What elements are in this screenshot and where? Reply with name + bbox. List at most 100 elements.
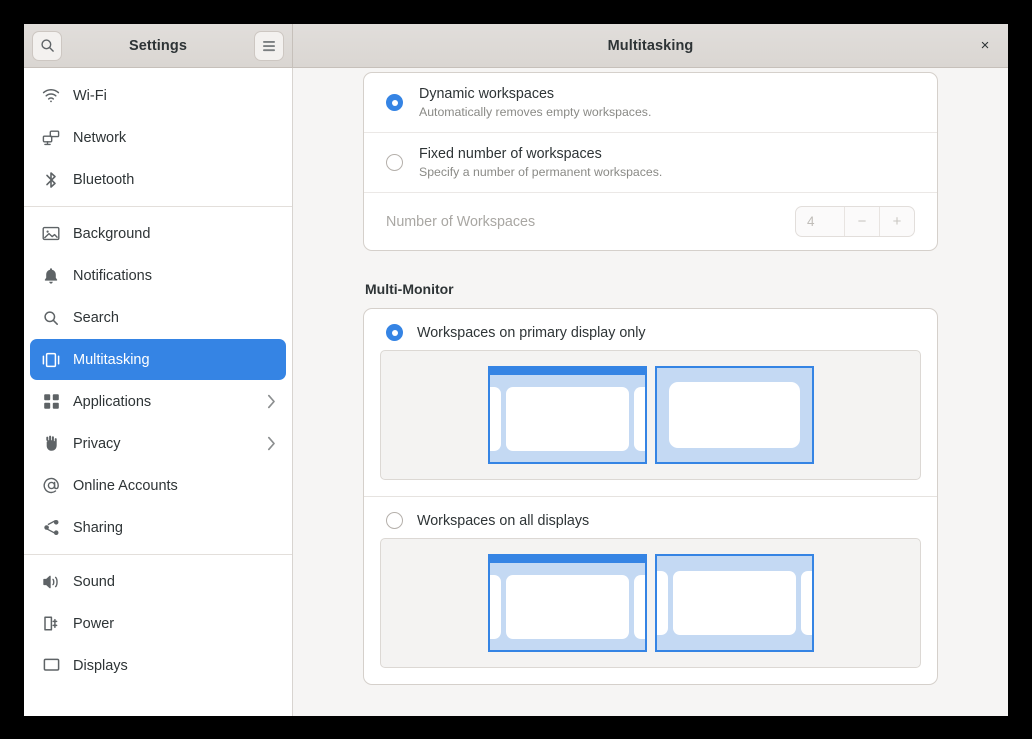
sidebar-item-label: Multitasking xyxy=(73,351,150,368)
sidebar-item-online-accounts[interactable]: Online Accounts xyxy=(30,465,286,506)
battery-icon xyxy=(40,614,62,634)
primary-display-only-preview xyxy=(380,350,921,480)
multitasking-settings-panel: Dynamic workspaces Automatically removes… xyxy=(293,68,1008,716)
hand-icon xyxy=(40,434,62,454)
number-of-workspaces-row: Number of Workspaces 4 − + xyxy=(364,192,937,250)
sidebar-separator xyxy=(24,206,292,207)
sidebar-item-search[interactable]: Search xyxy=(30,297,286,338)
workspace-thumbnail-left xyxy=(489,574,501,639)
search-icon xyxy=(40,308,62,328)
page-title: Multitasking xyxy=(607,37,694,54)
number-of-workspaces-value: 4 xyxy=(807,214,815,229)
workspace-thumbnail-left xyxy=(656,571,668,635)
multi-monitor-section-title: Multi-Monitor xyxy=(365,281,454,297)
sidebar-item-label: Background xyxy=(73,225,151,242)
monitor-preview-primary xyxy=(487,366,647,464)
network-icon xyxy=(40,128,62,148)
sidebar-item-label: Privacy xyxy=(73,435,121,452)
increment-button: + xyxy=(879,207,914,236)
dynamic-workspaces-subtitle: Automatically removes empty workspaces. xyxy=(419,105,652,119)
chevron-right-icon xyxy=(267,436,276,451)
sidebar-item-label: Applications xyxy=(73,393,152,410)
sidebar-item-label: Network xyxy=(73,129,127,146)
apps-grid-icon xyxy=(40,392,62,412)
monitor-screen xyxy=(657,368,812,462)
fixed-workspaces-radio[interactable] xyxy=(386,154,403,171)
workspace-thumbnail-active xyxy=(505,386,629,451)
sidebar-title: Settings xyxy=(129,37,187,54)
monitor-preview-secondary xyxy=(654,366,814,464)
dynamic-workspaces-title: Dynamic workspaces xyxy=(419,86,555,102)
primary-display-only-row[interactable]: Workspaces on primary display only xyxy=(364,309,937,350)
share-nodes-icon xyxy=(40,518,62,538)
workspace-thumbnail-right xyxy=(800,571,812,635)
monitor-preview-primary xyxy=(487,554,647,652)
sidebar-item-label: Displays xyxy=(73,657,128,674)
workspace-thumbnail-active xyxy=(672,571,796,635)
monitor-screen xyxy=(489,563,645,650)
multitasking-icon xyxy=(40,350,62,370)
sidebar-item-label: Online Accounts xyxy=(73,477,178,494)
sidebar-item-bluetooth[interactable]: Bluetooth xyxy=(30,159,286,200)
window-headerbar: Settings Multitasking × xyxy=(24,24,1008,68)
workspace-thumbnail-right xyxy=(633,386,645,451)
sidebar-separator xyxy=(24,554,292,555)
sidebar-item-applications[interactable]: Applications xyxy=(30,381,286,422)
settings-window: Settings Multitasking × Wi-Fi Network Bl… xyxy=(24,24,1008,716)
fixed-workspaces-row[interactable]: Fixed number of workspaces Specify a num… xyxy=(364,132,937,192)
monitor-preview-secondary xyxy=(654,554,814,652)
sidebar-item-background[interactable]: Background xyxy=(30,213,286,254)
at-sign-icon xyxy=(40,476,62,496)
primary-display-only-label: Workspaces on primary display only xyxy=(417,324,646,341)
number-of-workspaces-label: Number of Workspaces xyxy=(386,213,536,230)
settings-sidebar: Wi-Fi Network Bluetooth Background Notif… xyxy=(24,68,293,716)
all-displays-row[interactable]: Workspaces on all displays xyxy=(364,497,937,538)
all-displays-radio[interactable] xyxy=(386,512,403,529)
window-thumbnail xyxy=(668,382,800,448)
dynamic-workspaces-row[interactable]: Dynamic workspaces Automatically removes… xyxy=(364,73,937,132)
fixed-workspaces-subtitle: Specify a number of permanent workspaces… xyxy=(419,165,663,179)
display-icon xyxy=(40,656,62,676)
sidebar-item-wifi[interactable]: Wi-Fi xyxy=(30,75,286,116)
bell-icon xyxy=(40,266,62,286)
workspace-thumbnail-right xyxy=(633,574,645,639)
workspace-thumbnail-left xyxy=(489,386,501,451)
fixed-workspaces-text: Fixed number of workspaces Specify a num… xyxy=(419,146,662,179)
sidebar-item-label: Power xyxy=(73,615,115,632)
monitor-topbar xyxy=(489,556,645,563)
monitor-screen xyxy=(489,375,645,462)
background-image-icon xyxy=(40,224,62,244)
primary-display-only-option[interactable]: Workspaces on primary display only xyxy=(364,309,937,480)
main-headerbar: Multitasking × xyxy=(293,24,1008,67)
monitor-topbar xyxy=(489,368,645,375)
all-displays-preview xyxy=(380,538,921,668)
workspaces-card: Dynamic workspaces Automatically removes… xyxy=(363,72,938,251)
sidebar-item-network[interactable]: Network xyxy=(30,117,286,158)
decrement-button: − xyxy=(844,207,879,236)
sidebar-item-label: Wi-Fi xyxy=(73,87,107,104)
sidebar-item-label: Search xyxy=(73,309,119,326)
sidebar-item-displays[interactable]: Displays xyxy=(30,645,286,686)
sidebar-headerbar: Settings xyxy=(24,24,293,67)
multi-monitor-card: Workspaces on primary display only Works… xyxy=(363,308,938,685)
primary-display-only-radio[interactable] xyxy=(386,324,403,341)
sidebar-item-power[interactable]: Power xyxy=(30,603,286,644)
sidebar-item-multitasking[interactable]: Multitasking xyxy=(30,339,286,380)
sidebar-item-sound[interactable]: Sound xyxy=(30,561,286,602)
number-of-workspaces-stepper: 4 − + xyxy=(795,206,915,237)
sidebar-item-label: Sharing xyxy=(73,519,123,536)
fixed-workspaces-title: Fixed number of workspaces xyxy=(419,146,602,162)
chevron-right-icon xyxy=(267,394,276,409)
sidebar-item-notifications[interactable]: Notifications xyxy=(30,255,286,296)
wifi-icon xyxy=(40,86,62,106)
sidebar-item-privacy[interactable]: Privacy xyxy=(30,423,286,464)
window-body: Wi-Fi Network Bluetooth Background Notif… xyxy=(24,68,1008,716)
sidebar-item-sharing[interactable]: Sharing xyxy=(30,507,286,548)
sidebar-item-label: Notifications xyxy=(73,267,152,284)
dynamic-workspaces-text: Dynamic workspaces Automatically removes… xyxy=(419,86,651,119)
all-displays-option[interactable]: Workspaces on all displays xyxy=(364,497,937,668)
dynamic-workspaces-radio[interactable] xyxy=(386,94,403,111)
workspace-thumbnail-active xyxy=(505,574,629,639)
monitor-screen xyxy=(656,556,812,650)
sidebar-item-label: Sound xyxy=(73,573,115,590)
